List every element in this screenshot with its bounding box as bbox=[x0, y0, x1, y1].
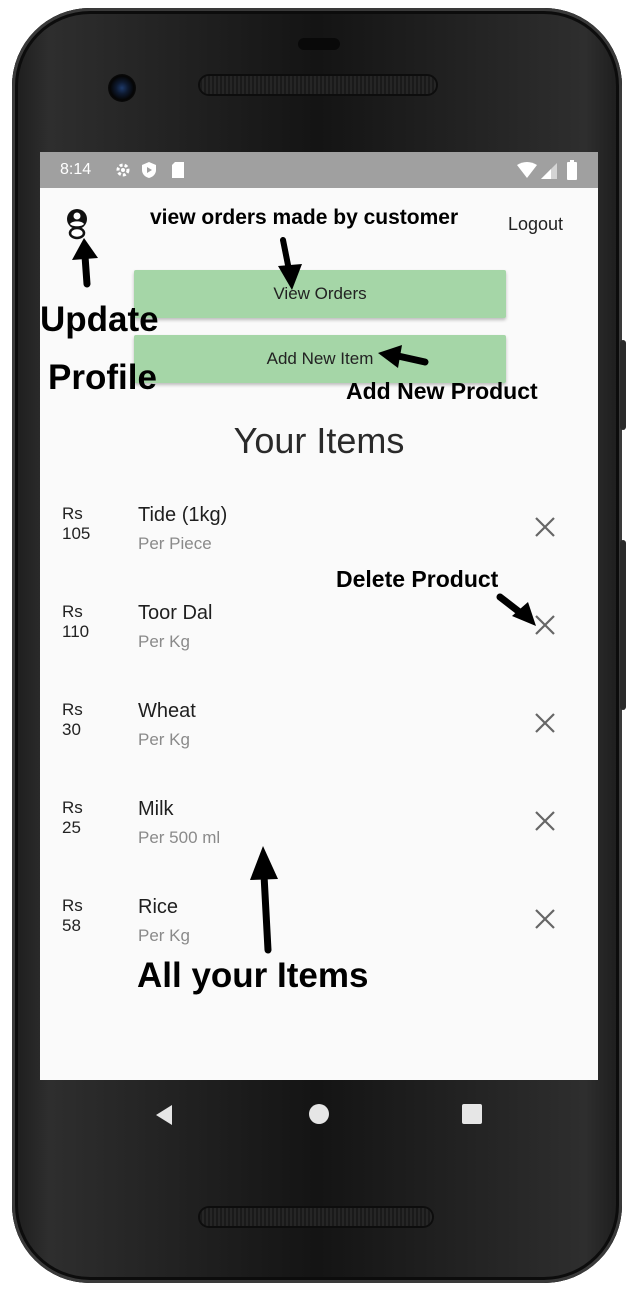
list-item: Rs 30 Wheat Per Kg bbox=[40, 700, 598, 798]
item-unit: Per 500 ml bbox=[138, 828, 221, 847]
proximity-sensor bbox=[298, 38, 340, 50]
price-currency: Rs bbox=[62, 504, 83, 523]
view-orders-label: View Orders bbox=[273, 284, 367, 303]
list-item: Rs 25 Milk Per 500 ml bbox=[40, 798, 598, 896]
item-unit: Per Kg bbox=[138, 730, 190, 749]
price-value: 58 bbox=[62, 916, 81, 935]
shield-icon bbox=[140, 161, 158, 184]
item-name: Toor Dal bbox=[138, 602, 213, 624]
price-currency: Rs bbox=[62, 896, 83, 915]
item-unit: Per Piece bbox=[138, 534, 212, 553]
page-title: Your Items bbox=[233, 420, 405, 461]
status-time: 8:14 bbox=[60, 161, 92, 178]
account-circle-icon[interactable] bbox=[65, 208, 89, 245]
price-value: 30 bbox=[62, 720, 81, 739]
list-item: Rs 110 Toor Dal Per Kg bbox=[40, 602, 598, 700]
item-name: Rice bbox=[138, 896, 179, 918]
signal-icon bbox=[540, 162, 558, 185]
item-name: Tide (1kg) bbox=[138, 504, 228, 526]
add-new-item-label: Add New Item bbox=[266, 349, 374, 368]
recents-icon[interactable] bbox=[462, 1104, 482, 1124]
item-name: Milk bbox=[138, 798, 174, 820]
status-bar: 8:14 bbox=[40, 152, 598, 188]
annotation-update: Update bbox=[40, 300, 159, 339]
settings-icon bbox=[114, 161, 132, 184]
back-icon[interactable] bbox=[154, 1104, 174, 1131]
price-currency: Rs bbox=[62, 700, 83, 719]
view-orders-button[interactable]: View Orders bbox=[134, 270, 506, 318]
annotation-profile: Profile bbox=[48, 358, 157, 397]
price-currency: Rs bbox=[62, 602, 83, 621]
close-icon[interactable] bbox=[532, 710, 558, 736]
add-new-item-button[interactable]: Add New Item bbox=[134, 335, 506, 383]
sd-card-icon bbox=[170, 161, 186, 184]
price-value: 105 bbox=[62, 524, 91, 543]
close-icon[interactable] bbox=[532, 514, 558, 540]
item-name: Wheat bbox=[138, 700, 196, 722]
price-currency: Rs bbox=[62, 798, 83, 817]
annotation-view-orders: view orders made by customer bbox=[150, 206, 459, 229]
wifi-icon bbox=[516, 162, 538, 185]
logout-button[interactable]: Logout bbox=[508, 214, 563, 235]
battery-icon bbox=[566, 160, 578, 185]
bottom-speaker bbox=[200, 1208, 432, 1226]
item-unit: Per Kg bbox=[138, 926, 190, 945]
volume-button bbox=[620, 540, 626, 710]
price-value: 25 bbox=[62, 818, 81, 837]
close-icon[interactable] bbox=[532, 808, 558, 834]
close-icon[interactable] bbox=[532, 612, 558, 638]
close-icon[interactable] bbox=[532, 906, 558, 932]
annotation-delete-product: Delete Product bbox=[336, 566, 499, 592]
home-icon[interactable] bbox=[309, 1104, 329, 1124]
app-screen: 8:14 Logout View Orders Add New Item You… bbox=[40, 152, 598, 1080]
earpiece-speaker bbox=[200, 76, 436, 94]
annotation-add-new-product: Add New Product bbox=[346, 378, 538, 404]
item-unit: Per Kg bbox=[138, 632, 190, 651]
power-button bbox=[620, 340, 626, 430]
front-camera bbox=[108, 74, 136, 102]
annotation-all-your-items: All your Items bbox=[137, 956, 369, 995]
price-value: 110 bbox=[62, 622, 90, 641]
list-item: Rs 105 Tide (1kg) Per Piece bbox=[40, 504, 598, 602]
